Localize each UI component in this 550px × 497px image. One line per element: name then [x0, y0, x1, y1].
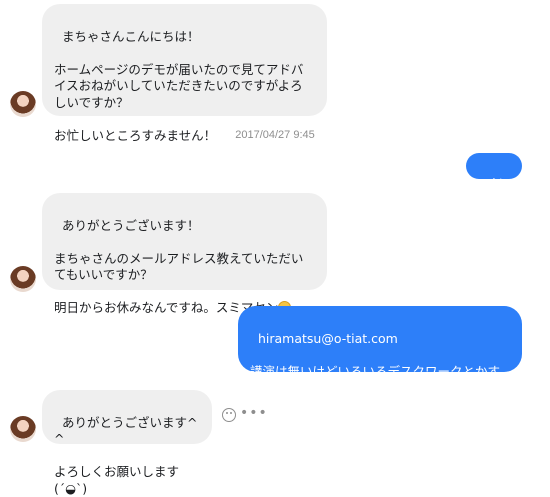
- message-text: ありがとうございます^ ^ よろしくお願いします(´◒`): [54, 414, 198, 496]
- incoming-message-bubble[interactable]: ありがとうございます！ まちゃさんのメールアドレス教えていただいてもいいですか？…: [42, 193, 327, 315]
- incoming-message-bubble[interactable]: ありがとうございます^ ^ よろしくお願いします(´◒`): [42, 390, 212, 496]
- avatar: [10, 91, 36, 117]
- message-text: hiramatsu@o-tiat.com 講演は無いけどいろいろデスクワークとか…: [250, 330, 501, 396]
- smiley-react-icon[interactable]: [222, 408, 236, 422]
- timestamp: 2017/04/27 9:45: [235, 129, 315, 141]
- message-text: いいよ: [481, 174, 507, 207]
- avatar: [10, 266, 36, 292]
- incoming-message-bubble[interactable]: まちゃさんこんにちは！ ホームページのデモが届いたので見てアドバイスおねがいして…: [42, 4, 327, 143]
- outgoing-message-bubble[interactable]: hiramatsu@o-tiat.com 講演は無いけどいろいろデスクワークとか…: [238, 306, 522, 395]
- message-text: まちゃさんこんにちは！ ホームページのデモが届いたので見てアドバイスおねがいして…: [54, 28, 304, 143]
- outgoing-message-bubble[interactable]: いいよ: [466, 153, 522, 206]
- avatar: [10, 416, 36, 442]
- more-icon[interactable]: •••: [240, 405, 268, 421]
- message-text: ありがとうございます！ まちゃさんのメールアドレス教えていただいてもいいですか？…: [54, 217, 304, 316]
